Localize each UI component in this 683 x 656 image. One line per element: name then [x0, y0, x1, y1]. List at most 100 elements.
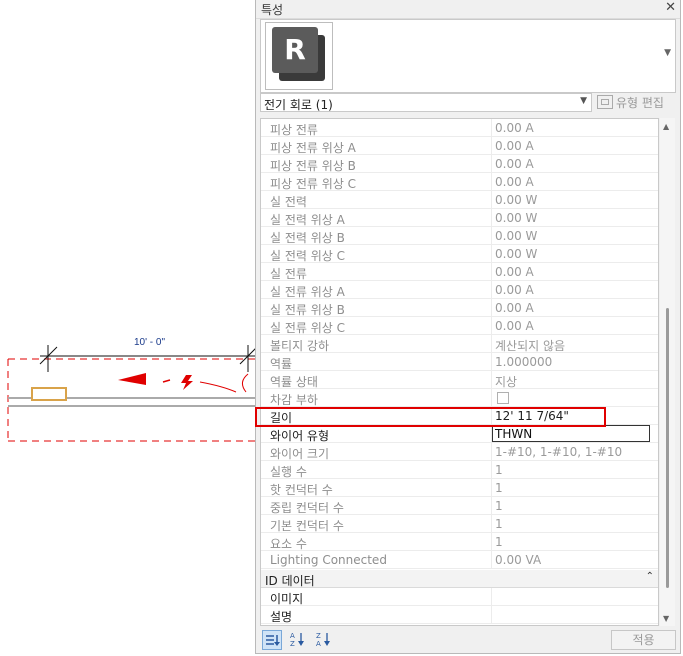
property-name: 역률: [270, 357, 293, 371]
property-row[interactable]: 이미지: [261, 588, 658, 606]
property-name: 실 전류 위상 A: [270, 285, 345, 299]
dimension-label[interactable]: 10' - 0": [134, 337, 165, 348]
property-value: 0.00 A: [495, 301, 534, 315]
column-divider: [491, 606, 492, 624]
column-divider: [491, 317, 492, 335]
column-divider: [491, 443, 492, 461]
svg-text:Z: Z: [316, 632, 321, 640]
property-name: 피상 전류: [270, 123, 318, 137]
sort-descending-button[interactable]: Z A: [314, 630, 334, 650]
property-name: 설명: [270, 610, 293, 624]
circuit-wire-arc-2: [242, 373, 249, 393]
light-fixture[interactable]: [31, 387, 67, 401]
property-row[interactable]: 실 전력 위상 C 0.00 W: [261, 245, 658, 263]
scrollbar-thumb[interactable]: [666, 308, 669, 588]
property-name: 와이어 유형: [270, 429, 330, 443]
property-row[interactable]: 설명: [261, 606, 658, 624]
property-grid: 피상 전류 0.00 A 피상 전류 위상 A 0.00 A 피상 전류 위상 B 0.0…: [260, 118, 659, 626]
property-row[interactable]: 실 전류 위상 C 0.00 A: [261, 317, 658, 335]
edit-type-button[interactable]: 유형 편집: [597, 94, 664, 112]
sort-categorized-button[interactable]: [262, 630, 282, 650]
column-divider: [491, 263, 492, 281]
column-divider: [491, 371, 492, 389]
column-divider: [491, 533, 492, 551]
property-row[interactable]: 볼티지 강하 계산되지 않음: [261, 335, 658, 353]
column-divider: [491, 173, 492, 191]
property-row[interactable]: 와이어 크기 1-#10, 1-#10, 1-#10: [261, 443, 658, 461]
property-row[interactable]: 피상 전류 위상 A 0.00 A: [261, 137, 658, 155]
column-divider: [491, 479, 492, 497]
column-divider: [491, 119, 492, 137]
chevron-down-icon: ▼: [580, 96, 587, 106]
column-divider: [491, 335, 492, 353]
column-divider: [491, 389, 492, 407]
property-value: 0.00 W: [495, 247, 538, 261]
sort-ascending-button[interactable]: A Z: [288, 630, 308, 650]
column-divider: [491, 461, 492, 479]
type-selector[interactable]: R ▼: [260, 19, 676, 93]
column-divider: [491, 155, 492, 173]
property-name: Lighting Connected: [270, 553, 387, 567]
property-row[interactable]: 실 전류 위상 B 0.00 A: [261, 299, 658, 317]
property-name: 중립 컨덕터 수: [270, 501, 344, 515]
column-divider: [491, 137, 492, 155]
deduct-load-checkbox[interactable]: [497, 392, 509, 404]
property-row[interactable]: 실 전류 위상 A 0.00 A: [261, 281, 658, 299]
property-value: 0.00 A: [495, 319, 534, 333]
property-row[interactable]: 기본 컨덕터 수 1: [261, 515, 658, 533]
svg-text:Z: Z: [290, 640, 295, 648]
scroll-down-icon[interactable]: ▼: [663, 614, 669, 623]
property-row[interactable]: 실 전력 위상 B 0.00 W: [261, 227, 658, 245]
sort-az-icon: A Z: [290, 632, 304, 648]
property-row[interactable]: 실행 수 1: [261, 461, 658, 479]
property-name: 실 전류 위상 B: [270, 303, 345, 317]
property-row[interactable]: 차감 부하: [261, 389, 658, 407]
scroll-up-icon[interactable]: ▲: [663, 122, 669, 131]
property-row[interactable]: 핫 컨덕터 수 1: [261, 479, 658, 497]
property-value: 0.00 W: [495, 193, 538, 207]
column-divider: [491, 191, 492, 209]
circuit-wire-arc[interactable]: [199, 381, 237, 393]
property-value: 0.00 A: [495, 121, 534, 135]
panel-titlebar[interactable]: 특성 ✕: [256, 0, 680, 19]
property-row[interactable]: 피상 전류 위상 C 0.00 A: [261, 173, 658, 191]
panel-title: 특성: [261, 3, 284, 17]
property-value: 1: [495, 463, 503, 477]
property-value: 0.00 A: [495, 283, 534, 297]
chevron-down-icon[interactable]: ▼: [664, 48, 671, 58]
property-name: 실 전력 위상 B: [270, 231, 345, 245]
property-row[interactable]: 실 전력 0.00 W: [261, 191, 658, 209]
wire-type-value: THWN: [495, 427, 533, 441]
property-row[interactable]: 와이어 유형 THWN: [261, 425, 658, 443]
apply-button[interactable]: 적용: [611, 630, 676, 650]
property-row[interactable]: 실 전력 위상 A 0.00 W: [261, 209, 658, 227]
property-row[interactable]: 요소 수 1: [261, 533, 658, 551]
property-row[interactable]: 역률 1.000000: [261, 353, 658, 371]
wire-type-field[interactable]: THWN: [492, 425, 650, 442]
collapse-icon[interactable]: ⌃: [646, 571, 654, 582]
close-icon[interactable]: ✕: [665, 0, 676, 15]
column-divider: [491, 515, 492, 533]
property-row[interactable]: 피상 전류 0.00 A: [261, 119, 658, 137]
property-name: 핫 컨덕터 수: [270, 483, 333, 497]
group-header-identity[interactable]: ID 데이터 ⌃: [261, 570, 658, 588]
property-row[interactable]: 중립 컨덕터 수 1: [261, 497, 658, 515]
property-row[interactable]: 실 전류 0.00 A: [261, 263, 658, 281]
column-divider: [491, 497, 492, 515]
edit-type-icon: [597, 95, 613, 109]
edit-type-label: 유형 편집: [616, 96, 664, 110]
instance-filter-dropdown[interactable]: 전기 회로 (1) ▼: [260, 93, 592, 112]
property-name: 이미지: [270, 592, 304, 606]
property-row[interactable]: 피상 전류 위상 B 0.00 A: [261, 155, 658, 173]
column-divider: [491, 227, 492, 245]
property-row[interactable]: 역률 상태 지상: [261, 371, 658, 389]
column-divider: [491, 209, 492, 227]
property-scrollbar[interactable]: ▲ ▼: [660, 118, 675, 626]
column-divider: [491, 245, 492, 263]
home-run-arrow-icon[interactable]: [118, 373, 146, 385]
property-value: 0.00 A: [495, 175, 534, 189]
type-thumbnail: R: [265, 22, 333, 90]
property-row[interactable]: Lighting Connected 0.00 VA: [261, 551, 658, 569]
circuit-dash: [162, 379, 171, 383]
length-row-highlight: [255, 407, 606, 427]
